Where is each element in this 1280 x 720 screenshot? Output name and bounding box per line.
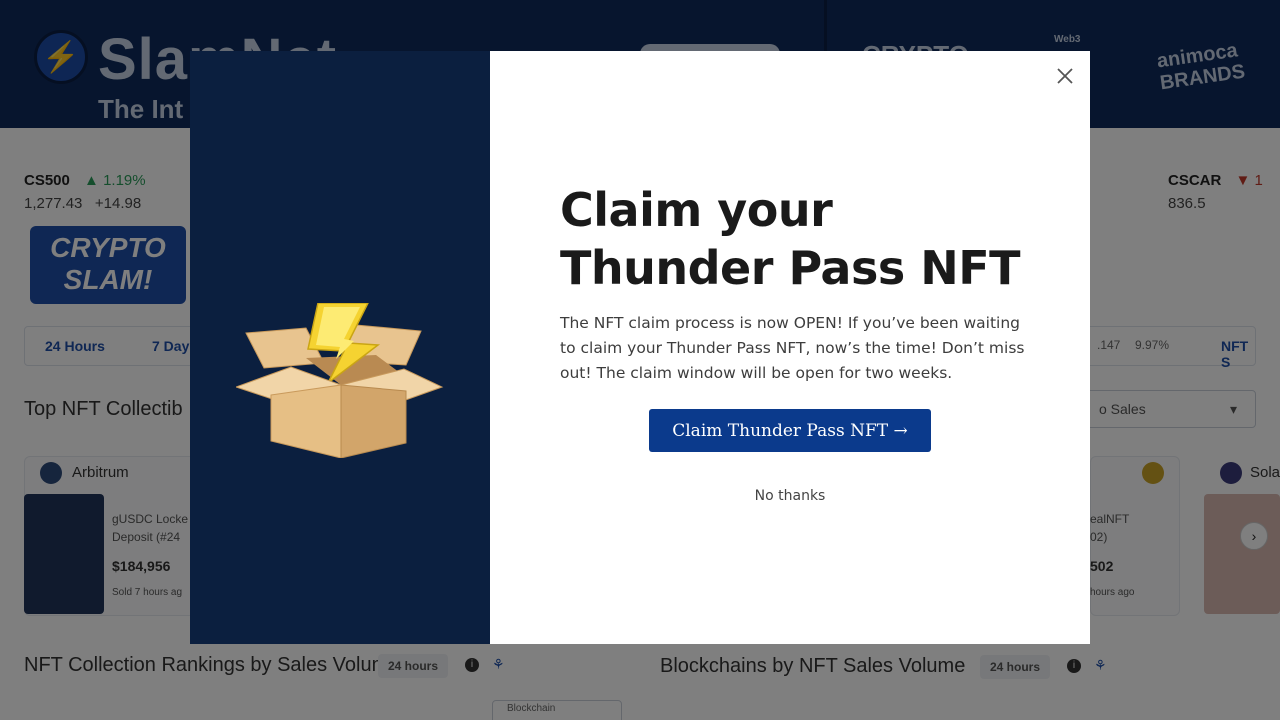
modal-title-line-2: Thunder Pass NFT — [560, 241, 1021, 295]
modal-description: The NFT claim process is now OPEN! If yo… — [560, 314, 1025, 382]
close-icon[interactable] — [1054, 65, 1076, 87]
thunder-pass-modal: Claim your Thunder Pass NFT The NFT clai… — [190, 51, 1090, 644]
claim-thunder-pass-button[interactable]: Claim Thunder Pass NFT → — [649, 409, 931, 452]
lightning-box-illustration — [236, 303, 444, 458]
modal-content-panel: Claim your Thunder Pass NFT The NFT clai… — [490, 51, 1090, 644]
modal-art-panel — [190, 51, 490, 644]
no-thanks-link[interactable]: No thanks — [730, 488, 850, 504]
modal-title: Claim your Thunder Pass NFT — [560, 181, 1030, 297]
modal-title-line-1: Claim your — [560, 183, 833, 237]
